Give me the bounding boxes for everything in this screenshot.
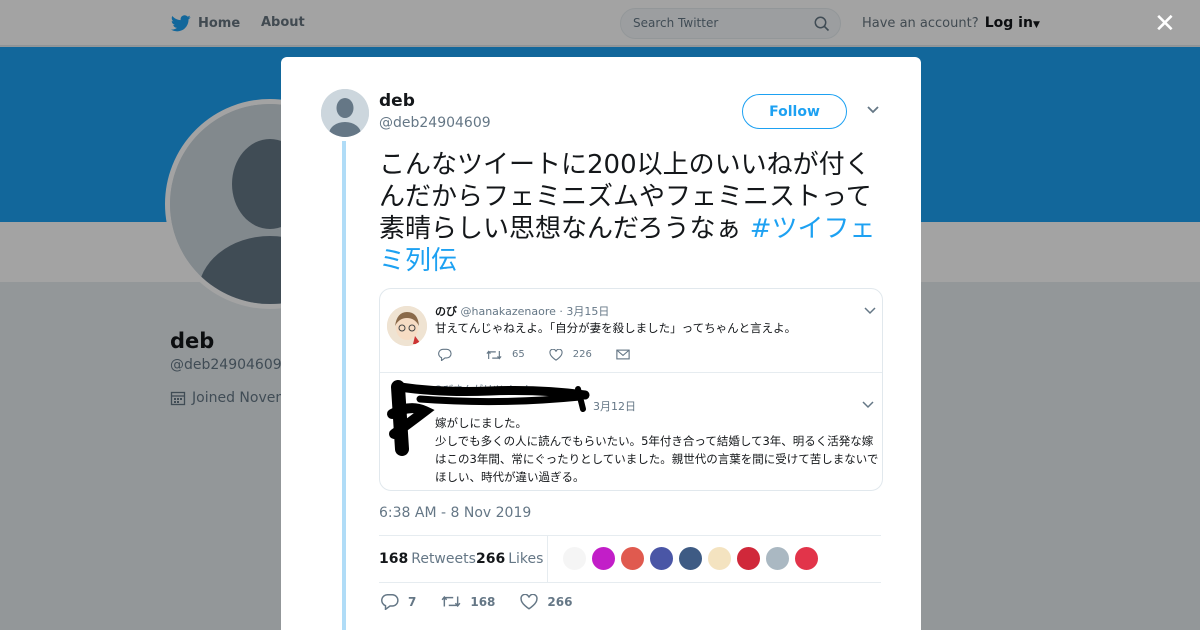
retweet-button[interactable]: 168 — [441, 594, 495, 609]
tweet-author-handle[interactable]: @deb24904609 — [379, 115, 491, 131]
reply-button[interactable]: 7 — [381, 593, 416, 610]
like-count: 266 — [547, 594, 573, 609]
reply-icon — [381, 594, 399, 610]
embedded-like-count: 226 — [572, 349, 592, 360]
embedded-avatar — [387, 306, 427, 346]
reply-icon — [438, 348, 452, 361]
liker-avatar[interactable] — [562, 546, 587, 571]
like-button[interactable]: 266 — [520, 593, 573, 610]
liker-avatar[interactable] — [649, 546, 674, 571]
retweets-label: Retweets — [411, 551, 476, 567]
embedded-like: 226 — [549, 348, 592, 361]
embedded-text-1: 甘えてんじゃねえよ。「自分が妻を殺しました」ってちゃんと言えよ。 — [435, 321, 797, 335]
liker-avatar[interactable] — [678, 546, 703, 571]
thread-line — [342, 141, 346, 630]
retweet-icon — [441, 595, 461, 608]
attached-image[interactable]: のび @hanakazenaore · 3月15日 甘えてんじゃねえよ。「自分が… — [379, 288, 883, 491]
liker-avatar[interactable] — [794, 546, 819, 571]
likes-stat[interactable]: 266 Likes — [476, 551, 543, 567]
liker-avatars — [562, 546, 823, 571]
embedded-dm — [616, 349, 640, 360]
tweet-avatar[interactable] — [321, 89, 369, 137]
liker-avatar[interactable] — [736, 546, 761, 571]
cartoon-avatar-icon — [387, 306, 427, 346]
heart-icon — [549, 348, 563, 361]
follow-button[interactable]: Follow — [742, 94, 847, 129]
liker-avatar[interactable] — [620, 546, 645, 571]
tweet-text: こんなツイートに200以上のいいねが付くんだからフェミニズムやフェミニストって素… — [379, 149, 889, 277]
embedded-reply — [438, 348, 462, 361]
retweet-icon — [486, 350, 502, 359]
embedded-actions-1: 65 226 — [438, 348, 664, 361]
embedded-date-1: · 3月15日 — [559, 305, 610, 318]
likes-label: Likes — [508, 551, 544, 567]
likes-count: 266 — [476, 551, 506, 567]
embedded-tweet-1: のび @hanakazenaore · 3月15日 甘えてんじゃねえよ。「自分が… — [380, 289, 882, 373]
heart-icon — [520, 593, 539, 610]
chevron-down-icon[interactable] — [866, 105, 880, 115]
embedded-retweet: 65 — [486, 349, 525, 361]
retweets-count: 168 — [379, 551, 409, 567]
reply-count: 7 — [408, 594, 417, 609]
retweets-stat[interactable]: 168 Retweets — [379, 551, 476, 567]
embedded-handle-1: @hanakazenaore — [460, 305, 556, 318]
tweet-author-name[interactable]: deb — [379, 91, 415, 111]
liker-avatar[interactable] — [707, 546, 732, 571]
tweet-stats: 168 Retweets 266 Likes — [379, 535, 881, 583]
liker-avatar[interactable] — [765, 546, 790, 571]
chevron-down-icon — [862, 401, 874, 409]
embedded-header-1: のび @hanakazenaore · 3月15日 — [435, 303, 609, 319]
redaction-scribble — [387, 380, 590, 456]
embedded-name-1: のび — [435, 305, 457, 318]
embedded-retweet-count: 65 — [512, 349, 525, 360]
close-icon[interactable]: ✕ — [1154, 11, 1176, 37]
stats-divider — [547, 536, 548, 582]
tweet-modal: deb @deb24904609 Follow こんなツイートに200以上のいい… — [281, 57, 921, 630]
default-avatar-icon — [321, 89, 369, 137]
retweet-count: 168 — [470, 594, 496, 609]
tweet-actions: 7 168 266 — [381, 593, 597, 610]
chevron-down-icon — [864, 307, 876, 315]
envelope-icon — [616, 349, 630, 360]
liker-avatar[interactable] — [591, 546, 616, 571]
tweet-timestamp[interactable]: 6:38 AM - 8 Nov 2019 — [379, 505, 531, 521]
